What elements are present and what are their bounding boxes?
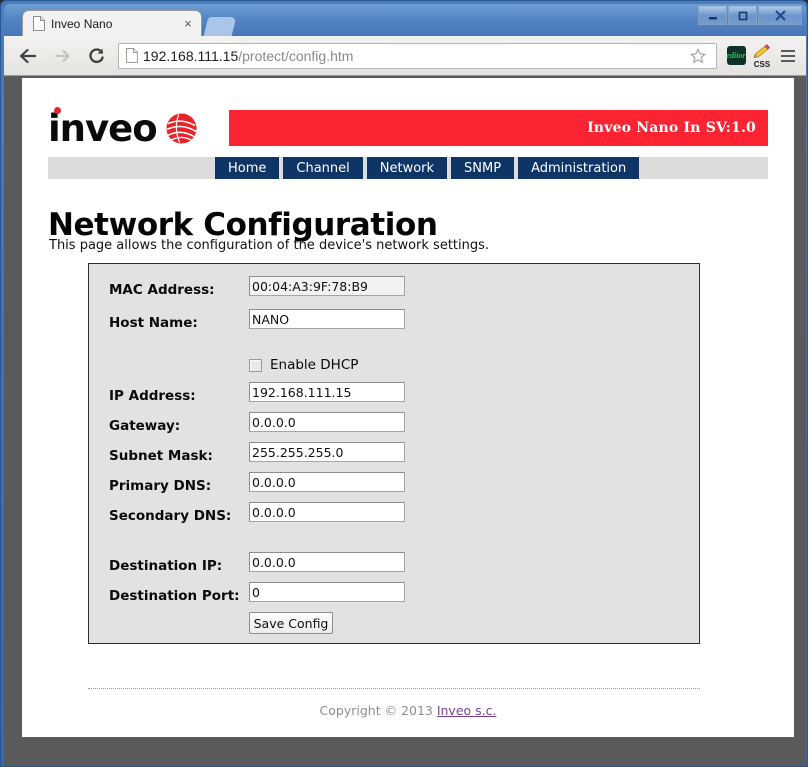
nav-item-home[interactable]: Home (215, 157, 280, 179)
logo-dot-icon (54, 106, 61, 114)
address-bar[interactable]: 192.168.111.15/protect/config.htm (118, 42, 717, 69)
field-row-host-name: Host Name: (89, 309, 699, 339)
label-gateway: Gateway: (109, 418, 181, 434)
editor-extension-icon[interactable]: editor (723, 43, 749, 69)
save-config-button[interactable]: Save Config (249, 612, 333, 634)
hamburger-menu-icon[interactable] (775, 43, 801, 69)
url-path: /protect/config.htm (238, 47, 354, 64)
copyright-text: Copyright © 2013 (319, 703, 437, 718)
title-bar: Inveo Nano × (4, 4, 806, 36)
tab-close-icon[interactable]: × (181, 17, 195, 31)
css-extension-icon[interactable]: CSS (749, 43, 775, 69)
page-viewport: inveo Inveo Nano In SV:1.0 Home Channel … (22, 78, 794, 737)
bookmark-star-icon[interactable] (686, 44, 710, 68)
label-primary-dns: Primary DNS: (109, 478, 212, 494)
tab-strip: Inveo Nano × (4, 4, 806, 36)
css-pencil-icon: CSS (750, 43, 774, 69)
browser-window-inner: Inveo Nano × 192.168.111.15/protect/conf… (4, 4, 806, 766)
input-ip-address[interactable] (249, 382, 405, 402)
label-destination-port: Destination Port: (109, 588, 240, 604)
maximize-button[interactable] (728, 6, 757, 25)
site-navbar: Home Channel Network SNMP Administration (48, 157, 768, 179)
nav-item-snmp[interactable]: SNMP (451, 157, 515, 179)
css-extension-label: CSS (753, 59, 771, 69)
version-banner-text: Inveo Nano In SV:1.0 (587, 120, 756, 136)
editor-extension-label: editor (726, 46, 746, 65)
network-config-panel: MAC Address: Host Name: Enable DHCP IP A… (88, 263, 700, 644)
footer-divider (88, 688, 700, 689)
label-mac-address: MAC Address: (109, 282, 215, 298)
address-bar-url: 192.168.111.15/protect/config.htm (143, 48, 686, 64)
back-button[interactable] (14, 42, 42, 70)
logo-wordmark: inveo (48, 106, 158, 150)
dhcp-row: Enable DHCP (249, 357, 358, 373)
input-host-name[interactable] (249, 309, 405, 329)
minimize-button[interactable] (698, 6, 727, 25)
page-icon (33, 16, 45, 31)
input-destination-ip[interactable] (249, 552, 405, 572)
label-ip-address: IP Address: (109, 388, 196, 404)
browser-toolbar: 192.168.111.15/protect/config.htm editor (4, 36, 806, 76)
browser-window: Inveo Nano × 192.168.111.15/protect/conf… (0, 0, 808, 767)
url-host: 192.168.111.15 (143, 47, 239, 64)
footer: Copyright © 2013 Inveo s.c. (22, 703, 794, 718)
checkbox-enable-dhcp[interactable] (249, 358, 262, 372)
brand-row: inveo Inveo Nano In SV:1.0 (48, 106, 768, 150)
new-tab-button[interactable] (203, 17, 237, 36)
field-row-mac-address: MAC Address: (89, 276, 699, 306)
input-gateway[interactable] (249, 412, 405, 432)
field-row-subnet-mask: Subnet Mask: (89, 442, 699, 472)
version-banner: Inveo Nano In SV:1.0 (229, 110, 768, 146)
nav-items: Home Channel Network SNMP Administration (215, 157, 640, 179)
page-icon (126, 48, 138, 63)
label-enable-dhcp: Enable DHCP (270, 357, 359, 373)
field-row-destination-ip: Destination IP: (89, 552, 699, 582)
field-row-destination-port: Destination Port: (89, 582, 699, 612)
inveo-globe-icon (166, 112, 197, 144)
reload-icon (88, 47, 104, 63)
label-host-name: Host Name: (109, 315, 198, 331)
label-subnet-mask: Subnet Mask: (109, 448, 213, 464)
field-row-primary-dns: Primary DNS: (89, 472, 699, 502)
input-subnet-mask[interactable] (249, 442, 405, 462)
logo-text: inveo (48, 106, 158, 150)
inveo-logo: inveo (48, 106, 198, 150)
input-mac-address[interactable] (249, 276, 405, 296)
input-destination-port[interactable] (249, 582, 405, 602)
input-primary-dns[interactable] (249, 472, 405, 492)
reload-button[interactable] (82, 42, 110, 70)
input-secondary-dns[interactable] (249, 502, 405, 522)
forward-button (48, 42, 76, 70)
label-secondary-dns: Secondary DNS: (109, 508, 232, 524)
window-controls (698, 6, 802, 25)
page-description: This page allows the configuration of th… (49, 238, 490, 253)
nav-item-network[interactable]: Network (366, 157, 448, 179)
label-destination-ip: Destination IP: (109, 558, 223, 574)
field-row-ip-address: IP Address: (89, 382, 699, 412)
inveo-web-page: inveo Inveo Nano In SV:1.0 Home Channel … (22, 78, 794, 737)
nav-item-administration[interactable]: Administration (518, 157, 640, 179)
close-button[interactable] (758, 6, 802, 25)
field-row-secondary-dns: Secondary DNS: (89, 502, 699, 532)
field-row-gateway: Gateway: (89, 412, 699, 442)
tab-title: Inveo Nano (51, 16, 113, 31)
back-arrow-icon (19, 48, 36, 63)
inveo-company-link[interactable]: Inveo s.c. (437, 703, 497, 718)
forward-arrow-icon (55, 49, 69, 62)
nav-item-channel[interactable]: Channel (283, 157, 363, 179)
browser-tab[interactable]: Inveo Nano × (22, 10, 202, 36)
